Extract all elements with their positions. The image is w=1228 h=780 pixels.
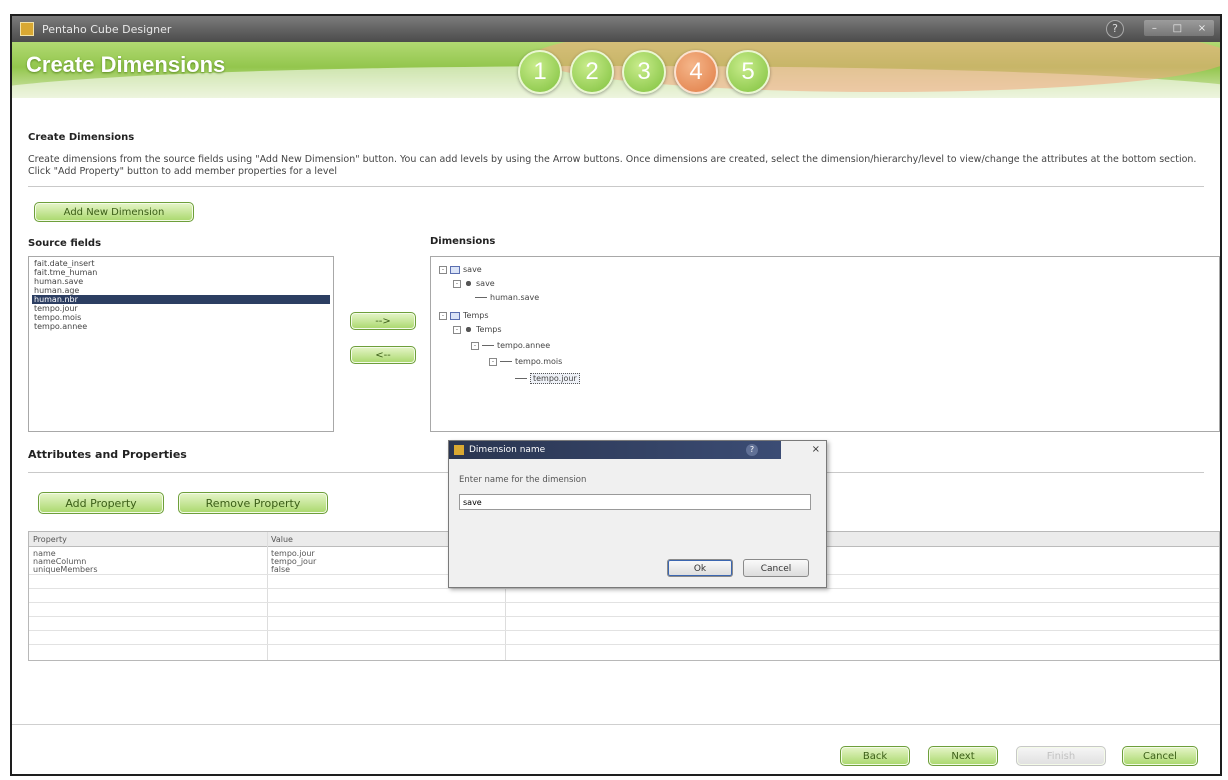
- source-field-item[interactable]: tempo.annee: [32, 322, 330, 331]
- collapse-icon[interactable]: -: [453, 279, 461, 288]
- collapse-icon[interactable]: -: [489, 357, 497, 366]
- tree-node-label: save: [476, 279, 495, 288]
- grid-line: [29, 588, 1219, 589]
- remove-property-button[interactable]: Remove Property: [178, 492, 328, 514]
- minimize-button[interactable]: –: [1152, 23, 1157, 34]
- dimension-name-input[interactable]: [459, 494, 811, 510]
- close-button[interactable]: ×: [1198, 23, 1206, 34]
- window-title: Pentaho Cube Designer: [42, 23, 172, 36]
- source-field-item[interactable]: fait.tme_human: [32, 268, 330, 277]
- tree-node-label: tempo.mois: [515, 357, 563, 366]
- source-field-item[interactable]: fait.date_insert: [32, 259, 330, 268]
- collapse-icon[interactable]: -: [471, 341, 479, 350]
- remove-level-arrow-button[interactable]: <--: [350, 346, 416, 364]
- source-fields-list[interactable]: fait.date_insert fait.tme_human human.save…: [28, 256, 334, 432]
- source-field-item[interactable]: human.save: [32, 277, 330, 286]
- finish-button[interactable]: Finish: [1016, 746, 1106, 766]
- back-button[interactable]: Back: [840, 746, 910, 766]
- add-property-button[interactable]: Add Property: [38, 492, 164, 514]
- title-bar: Pentaho Cube Designer ? – □ ×: [12, 16, 1220, 42]
- footer-divider: [12, 724, 1220, 725]
- source-field-item[interactable]: human.nbr: [32, 295, 330, 304]
- dialog-ok-button[interactable]: Ok: [667, 559, 733, 577]
- tree-node-hierarchy-save[interactable]: - save: [453, 279, 495, 288]
- grid-column-property: [29, 532, 268, 660]
- dialog-cancel-button[interactable]: Cancel: [743, 559, 809, 577]
- tree-node-level-human-save[interactable]: human.save: [475, 293, 539, 302]
- app-window: Pentaho Cube Designer ? – □ × Create Dim…: [10, 14, 1222, 776]
- tree-node-dimension-save[interactable]: - save: [439, 265, 482, 274]
- add-new-dimension-button[interactable]: Add New Dimension: [34, 202, 194, 222]
- section-description: Create dimensions from the source fields…: [28, 154, 1197, 177]
- maximize-button[interactable]: □: [1173, 23, 1182, 34]
- grid-line: [29, 644, 1219, 645]
- step-2-button[interactable]: 2: [570, 50, 614, 94]
- header-property: Property: [33, 535, 67, 544]
- wizard-banner: Create Dimensions 1 2 3 4 5: [12, 42, 1220, 98]
- dimensions-tree[interactable]: - save - save human.save - Temps - Temps…: [430, 256, 1220, 432]
- step-4-button[interactable]: 4: [674, 50, 718, 94]
- tree-node-hierarchy-temps[interactable]: - Temps: [453, 325, 502, 334]
- hierarchy-icon: [464, 279, 473, 288]
- section-title: Create Dimensions: [28, 132, 135, 143]
- dialog-close-icon[interactable]: ×: [812, 444, 820, 455]
- help-icon[interactable]: ?: [1106, 20, 1124, 38]
- table-row-value[interactable]: false: [271, 565, 290, 574]
- cancel-button[interactable]: Cancel: [1122, 746, 1198, 766]
- grid-line: [29, 630, 1219, 631]
- dialog-prompt: Enter name for the dimension: [459, 475, 587, 485]
- level-icon: [475, 297, 487, 298]
- collapse-icon[interactable]: -: [439, 265, 447, 274]
- dialog-help-icon[interactable]: ?: [746, 444, 758, 456]
- tree-node-dimension-temps[interactable]: - Temps: [439, 311, 489, 320]
- add-level-arrow-button[interactable]: -->: [350, 312, 416, 330]
- source-field-item[interactable]: human.age: [32, 286, 330, 295]
- tree-node-label: human.save: [490, 293, 540, 302]
- tree-node-level-tempo-mois[interactable]: - tempo.mois: [489, 357, 562, 366]
- source-field-item[interactable]: tempo.jour: [32, 304, 330, 313]
- dimension-icon: [450, 311, 460, 320]
- hierarchy-icon: [464, 325, 473, 334]
- grid-line: [29, 616, 1219, 617]
- dialog-title: Dimension name: [469, 445, 546, 455]
- wizard-steps: 1 2 3 4 5: [518, 50, 770, 94]
- tree-node-label: save: [463, 265, 482, 274]
- tree-node-label: Temps: [463, 311, 489, 320]
- dimensions-label: Dimensions: [430, 236, 496, 247]
- grid-line: [29, 602, 1219, 603]
- level-icon: [482, 345, 494, 346]
- table-row-property[interactable]: uniqueMembers: [33, 565, 98, 574]
- dialog-app-icon: [454, 445, 464, 455]
- source-fields-label: Source fields: [28, 238, 102, 249]
- dimension-name-dialog: Dimension name ? × Enter name for the di…: [448, 440, 827, 588]
- level-icon: [500, 361, 512, 362]
- step-3-button[interactable]: 3: [622, 50, 666, 94]
- tree-node-label: tempo.annee: [497, 341, 551, 350]
- tree-node-label: Temps: [476, 325, 502, 334]
- attributes-title: Attributes and Properties: [28, 448, 187, 461]
- step-5-button[interactable]: 5: [726, 50, 770, 94]
- dialog-title-bar: Dimension name ? ×: [449, 441, 826, 459]
- app-icon: [20, 22, 34, 36]
- header-value: Value: [271, 535, 293, 544]
- next-button[interactable]: Next: [928, 746, 998, 766]
- collapse-icon[interactable]: -: [439, 311, 447, 320]
- tree-node-label: tempo.jour: [530, 373, 580, 384]
- level-icon: [515, 378, 527, 379]
- step-1-button[interactable]: 1: [518, 50, 562, 94]
- window-controls: – □ ×: [1144, 20, 1214, 36]
- page-title: Create Dimensions: [26, 52, 226, 77]
- dimension-icon: [450, 265, 460, 274]
- source-field-item[interactable]: tempo.mois: [32, 313, 330, 322]
- tree-node-level-tempo-annee[interactable]: - tempo.annee: [471, 341, 550, 350]
- collapse-icon[interactable]: -: [453, 325, 461, 334]
- tree-node-level-tempo-jour[interactable]: tempo.jour: [515, 373, 580, 384]
- divider: [28, 186, 1204, 187]
